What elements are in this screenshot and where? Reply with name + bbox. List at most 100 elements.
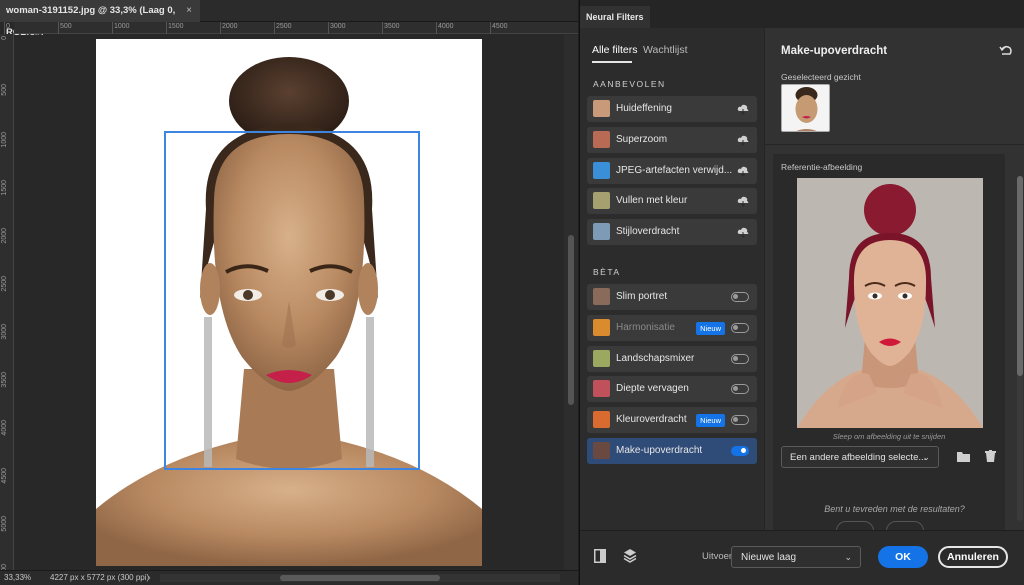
cloud-download-icon[interactable] [737, 134, 749, 146]
tab-all-filters[interactable]: Alle filters [592, 44, 638, 56]
ok-button[interactable]: OK [878, 546, 928, 568]
cloud-download-icon[interactable] [737, 195, 749, 208]
ruler-label: 2000 [1, 228, 8, 244]
panel-title: Neural Filters [580, 6, 650, 28]
thumbs-up-button[interactable] [836, 521, 874, 530]
filter-item[interactable]: Harmonisatie Nieuw [587, 314, 757, 341]
filter-item[interactable]: Stijloverdracht [587, 219, 757, 246]
reference-portrait [797, 178, 983, 428]
filter-thumbnail-icon [593, 442, 610, 459]
feedback-question: Bent u tevreden met de resultaten? [824, 504, 965, 514]
chevron-down-icon: ⌄ [844, 552, 852, 562]
ruler-label: 3000 [1, 324, 8, 340]
filter-item-label: Stijloverdracht [616, 226, 680, 238]
filter-thumbnail-icon [593, 192, 610, 210]
filter-item-label: Slim portret [616, 291, 668, 302]
ruler-label: 2000 [222, 23, 238, 30]
ruler-label: 2500 [276, 23, 292, 30]
filter-item-label: Harmonisatie [616, 321, 675, 333]
filter-item[interactable]: Superzoom [587, 126, 757, 153]
ruler-tick [58, 22, 59, 34]
ruler-label: 500 [60, 23, 72, 30]
filter-thumbnail-icon [593, 223, 610, 241]
ruler-tick [112, 22, 113, 34]
ruler-tick [4, 22, 5, 34]
filter-item-label: Landschapsmixer [616, 352, 695, 364]
document-tab-bar: woman-3191152.jpg @ 33,3% (Laag 0, RGB/8… [0, 0, 578, 38]
cloud-download-icon[interactable] [737, 165, 749, 177]
document-tab[interactable]: woman-3191152.jpg @ 33,3% (Laag 0, RGB/8… [0, 0, 200, 38]
ruler-label: 4000 [1, 420, 8, 436]
ruler-label: 3500 [1, 372, 8, 388]
filter-item[interactable]: Make-upoverdracht [587, 438, 757, 464]
folder-icon[interactable] [957, 451, 970, 462]
filter-toggle[interactable] [731, 292, 749, 302]
output-dropdown-value: Nieuwe laag [741, 552, 797, 563]
filter-item[interactable]: Kleuroverdracht Nieuw [587, 407, 757, 434]
filter-item[interactable]: Landschapsmixer [587, 345, 757, 372]
filter-toggle[interactable] [731, 384, 749, 395]
ruler-tick [436, 22, 437, 34]
zoom-level[interactable]: 33,33% [4, 571, 31, 585]
filter-item-label: Make-upoverdracht [616, 445, 703, 456]
ruler-label: 4000 [438, 23, 454, 30]
layers-icon[interactable] [623, 548, 637, 564]
ruler-tick [166, 22, 167, 34]
filter-item[interactable]: Vullen met kleur [587, 188, 757, 215]
drag-hint: Sleep om afbeelding uit te snijden [832, 432, 946, 441]
cloud-download-icon[interactable] [737, 103, 749, 115]
detail-title: Make-upoverdracht [781, 45, 888, 57]
reset-icon[interactable] [999, 44, 1013, 56]
thumbs-down-button[interactable] [886, 521, 924, 530]
ruler-label: 0 [6, 23, 10, 30]
ruler-label: 1000 [114, 23, 130, 30]
status-menu-arrow[interactable]: › [148, 571, 151, 585]
vertical-scrollbar[interactable] [564, 35, 578, 570]
output-dropdown[interactable]: Nieuwe laag ⌄ [731, 546, 861, 568]
face-thumbnail-image [782, 85, 829, 131]
cancel-button[interactable]: Annuleren [938, 546, 1008, 568]
filter-thumbnail-icon [593, 380, 610, 398]
ruler-label: 4500 [492, 23, 508, 30]
filter-item[interactable]: Diepte vervagen [587, 376, 757, 403]
filter-toggle[interactable] [731, 415, 749, 426]
trash-icon[interactable] [985, 450, 996, 462]
selected-face-thumbnail[interactable] [781, 84, 830, 132]
filter-thumbnail-icon [593, 288, 610, 305]
ruler-tick [382, 22, 383, 34]
cloud-download-icon[interactable] [737, 226, 749, 238]
new-badge: Nieuw [696, 414, 725, 428]
detail-scrollbar[interactable] [1017, 176, 1023, 521]
ruler-label: 3500 [384, 23, 400, 30]
panel-footer: Uitvoer Nieuwe laag ⌄ OK Annuleren [580, 530, 1024, 585]
filter-thumbnail-icon [593, 130, 610, 148]
feedback-buttons [836, 521, 931, 530]
ruler-tick [490, 22, 491, 34]
panel-titlebar: Neural Filters [580, 0, 1024, 28]
tab-waitlist[interactable]: Wachtlijst [643, 44, 688, 56]
filter-toggle[interactable] [731, 322, 749, 333]
close-tab-icon[interactable]: × [186, 0, 192, 22]
filter-item-label: Vullen met kleur [616, 195, 688, 207]
reference-image[interactable] [797, 178, 983, 428]
compare-icon[interactable] [594, 549, 606, 563]
filter-list: Alle filters Wachtlijst AANBEVOLEN Huide… [580, 28, 764, 530]
ruler-label: 1500 [168, 23, 184, 30]
filter-item[interactable]: JPEG-artefacten verwijd... [587, 157, 757, 184]
ruler-tick [274, 22, 275, 34]
vertical-ruler: 0 500 1000 1500 2000 2500 3000 3500 4000 4500 5000… [0, 34, 14, 580]
selected-face-label: Geselecteerd gezicht [781, 72, 861, 82]
other-image-dropdown[interactable]: Een andere afbeelding selecte... ⌄ [781, 446, 939, 468]
filter-toggle[interactable] [731, 446, 749, 456]
filter-toggle[interactable] [731, 353, 749, 364]
horizontal-ruler: 0 500 1000 1500 2000 2500 3000 3500 4000 4500 [4, 22, 578, 34]
ruler-label: 1000 [1, 132, 8, 148]
face-selection-box[interactable] [164, 131, 420, 470]
horizontal-scrollbar[interactable] [160, 574, 560, 582]
filter-item-label: Diepte vervagen [616, 383, 689, 395]
recommended-heading: AANBEVOLEN [593, 79, 666, 89]
ruler-label: 5000 [1, 516, 8, 532]
filter-item[interactable]: Huideffening [587, 96, 757, 122]
reference-label: Referentie-afbeelding [781, 162, 863, 172]
filter-item[interactable]: Slim portret [587, 284, 757, 310]
